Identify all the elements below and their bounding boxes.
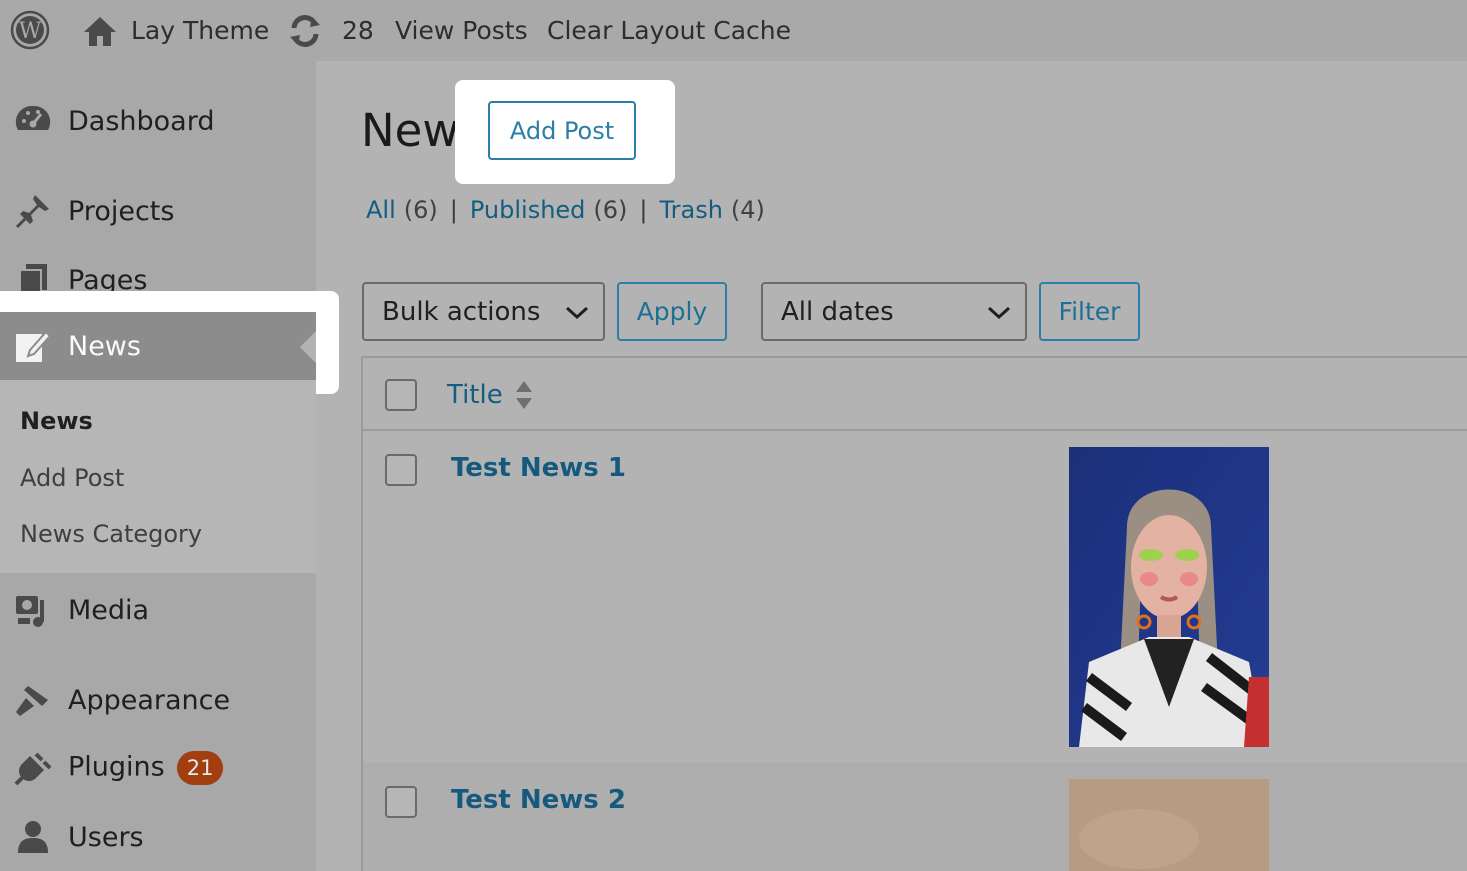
wordpress-logo-icon[interactable]: W — [10, 10, 50, 50]
add-post-button[interactable]: Add Post — [488, 101, 636, 160]
sidebar-item-plugins[interactable]: Plugins 21 — [0, 738, 316, 798]
sidebar-item-label: Media — [68, 594, 150, 626]
sidebar-item-news[interactable]: News — [0, 312, 316, 381]
select-all-checkbox[interactable] — [385, 379, 417, 411]
current-menu-arrow — [300, 331, 316, 363]
plugins-icon — [14, 749, 52, 787]
filter-trash-link[interactable]: Trash — [660, 196, 723, 224]
admin-bar: W Lay Theme 28 View Posts Clear Layout C… — [0, 0, 1467, 61]
posts-table: Title Test News 1 Test News 2 — [361, 356, 1467, 871]
edit-post-icon — [14, 328, 52, 366]
sort-icon — [515, 381, 532, 409]
view-posts-link[interactable]: View Posts — [395, 0, 528, 61]
chevron-down-icon — [987, 306, 1011, 320]
sidebar-item-label: Plugins 21 — [68, 751, 224, 785]
dashboard-icon — [14, 102, 52, 140]
title-column-label: Title — [447, 380, 503, 410]
sidebar-item-label: Dashboard — [68, 105, 215, 137]
plugins-update-badge: 21 — [176, 751, 224, 785]
post-thumbnail[interactable] — [1069, 779, 1269, 871]
sidebar-item-media[interactable]: Media — [0, 580, 316, 640]
dates-select[interactable]: All dates — [761, 282, 1027, 341]
title-column-header[interactable]: Title — [447, 379, 533, 411]
filter-all-count: (6) — [403, 196, 438, 224]
svg-text:W: W — [19, 19, 42, 44]
updates-link[interactable]: 28 — [286, 0, 374, 61]
filter-all-link[interactable]: All — [366, 196, 396, 224]
post-title-link[interactable]: Test News 2 — [451, 785, 626, 815]
sidebar-item-users[interactable]: Users — [0, 807, 316, 867]
sidebar-item-appearance[interactable]: Appearance — [0, 670, 316, 730]
pin-icon — [14, 192, 52, 230]
chevron-down-icon — [565, 306, 589, 320]
status-filter-links: All (6) | Published (6) | Trash (4) — [366, 196, 765, 224]
site-name-link[interactable]: Lay Theme — [83, 0, 269, 61]
site-name-label: Lay Theme — [131, 16, 270, 45]
filter-separator: | — [449, 196, 458, 224]
sidebar-item-projects[interactable]: Projects — [0, 181, 316, 241]
table-row: Test News 2 — [363, 763, 1467, 871]
sidebar-item-label: Users — [68, 821, 144, 853]
sidebar-item-label: News — [68, 331, 141, 362]
refresh-icon — [290, 14, 320, 47]
clear-layout-cache-link[interactable]: Clear Layout Cache — [547, 0, 791, 61]
apply-button[interactable]: Apply — [617, 282, 727, 341]
users-icon — [14, 818, 52, 856]
submenu-item-add-post[interactable]: Add Post — [20, 464, 124, 492]
media-icon — [14, 591, 52, 629]
sidebar-item-label: Projects — [68, 195, 175, 227]
bulk-actions-value: Bulk actions — [382, 296, 541, 327]
sidebar-item-dashboard[interactable]: Dashboard — [0, 91, 316, 151]
post-thumbnail[interactable] — [1069, 447, 1269, 747]
plugins-label: Plugins — [68, 751, 165, 783]
dates-value: All dates — [781, 296, 894, 327]
submenu-item-news[interactable]: News — [20, 407, 93, 435]
appearance-icon — [14, 681, 52, 719]
filter-trash-count: (4) — [730, 196, 765, 224]
bulk-actions-select[interactable]: Bulk actions — [362, 282, 605, 341]
table-row: Test News 1 — [363, 431, 1467, 763]
filter-separator: | — [639, 196, 648, 224]
post-title-link[interactable]: Test News 1 — [451, 453, 626, 483]
filter-button[interactable]: Filter — [1039, 282, 1140, 341]
row-checkbox[interactable] — [385, 454, 417, 486]
filter-published-link[interactable]: Published — [470, 196, 586, 224]
filter-published-count: (6) — [593, 196, 628, 224]
submenu-item-news-category[interactable]: News Category — [20, 520, 202, 548]
table-header: Title — [363, 358, 1467, 431]
updates-count: 28 — [342, 16, 374, 45]
home-icon — [84, 16, 116, 46]
sidebar-item-label: Appearance — [68, 684, 231, 716]
row-checkbox[interactable] — [385, 786, 417, 818]
